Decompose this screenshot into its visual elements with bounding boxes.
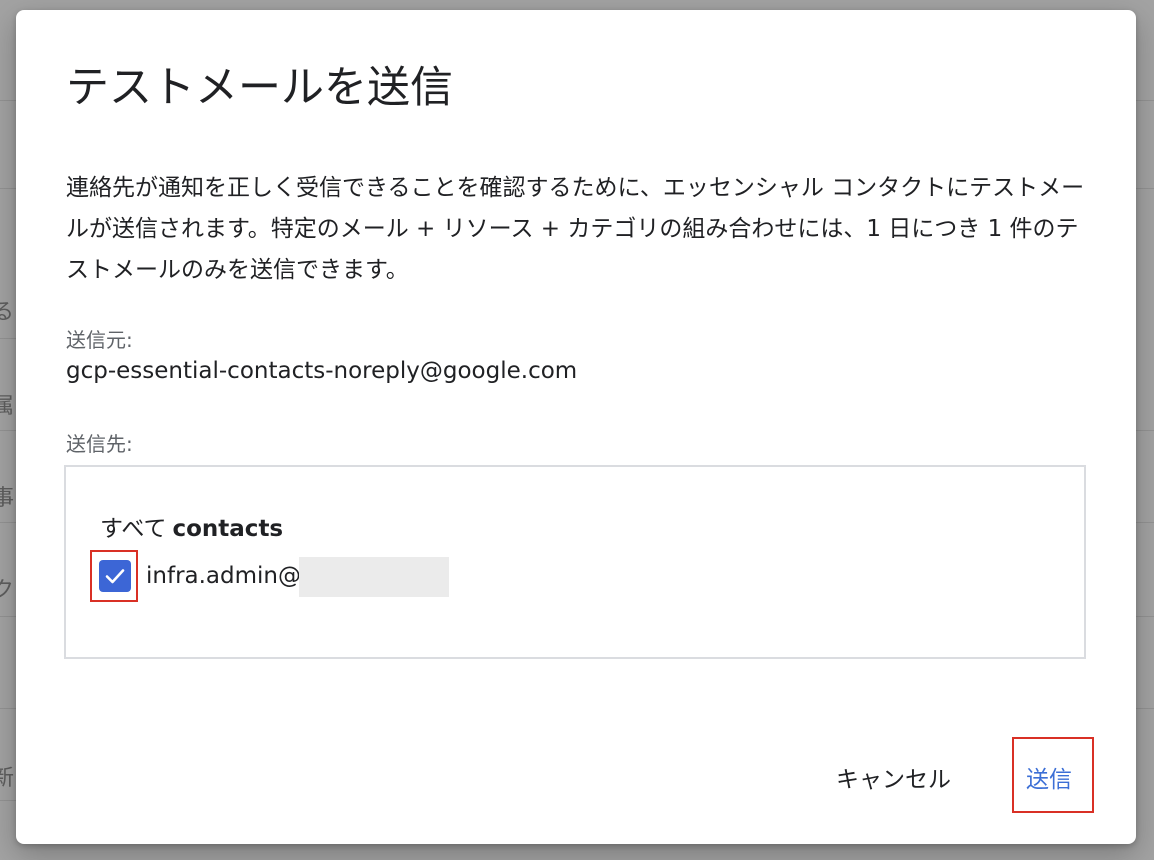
bg-text-fragment: ク [0,578,15,603]
dialog-title: テストメールを送信 [66,63,453,113]
all-contacts-heading: すべて contacts [100,509,283,543]
contact-checkbox[interactable] [99,560,131,592]
bg-divider [1134,188,1154,189]
send-button[interactable]: 送信 [1018,752,1080,802]
bg-text-fragment: 事 [0,486,15,511]
bg-text-fragment: る [0,300,15,325]
cancel-button[interactable]: キャンセル [822,752,965,802]
send-test-email-dialog: テストメールを送信 連絡先が通知を正しく受信できることを確認するために、エッセン… [16,10,1136,844]
contact-email: infra.admin@ [146,563,301,589]
bg-divider [1134,616,1154,617]
bg-divider [1134,100,1154,101]
dialog-description: 連絡先が通知を正しく受信できることを確認するために、エッセンシャル コンタクトに… [66,175,1085,283]
redacted-domain [299,557,449,597]
recipients-box: すべて contacts infra.admin@ [64,465,1086,659]
from-address: gcp-essential-contacts-noreply@google.co… [66,358,578,384]
bg-text-fragment: 新 [0,766,15,791]
bg-divider [1134,708,1154,709]
from-label: 送信元: [66,328,133,352]
bg-divider [1134,430,1154,431]
bg-text-fragment: 属 [0,394,15,419]
all-contacts-strong: contacts [172,516,284,542]
checkmark-icon [105,569,125,584]
to-label: 送信先: [66,432,133,456]
bg-divider [1134,522,1154,523]
all-contacts-prefix: すべて [100,516,167,542]
